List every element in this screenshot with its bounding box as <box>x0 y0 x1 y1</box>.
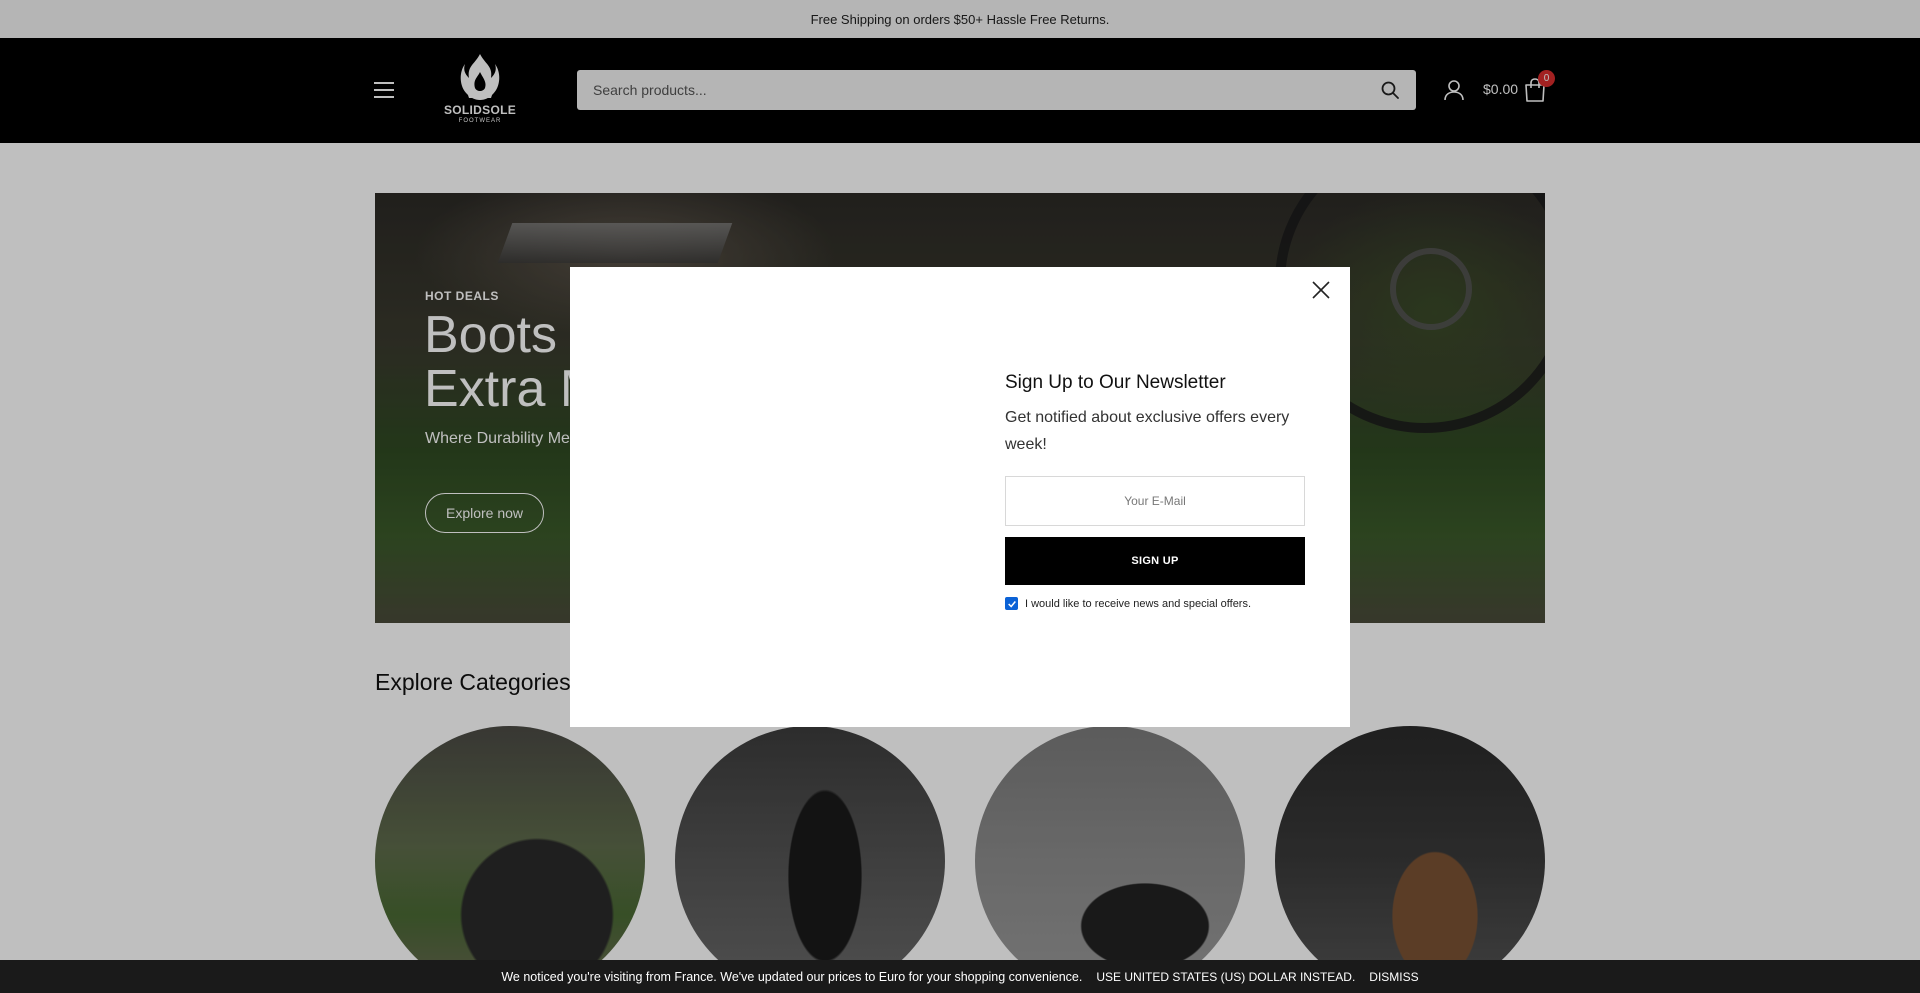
close-icon[interactable] <box>1310 279 1332 301</box>
email-field[interactable] <box>1005 476 1305 526</box>
currency-notice-bar: We noticed you're visiting from France. … <box>0 960 1920 993</box>
currency-notice-message: We noticed you're visiting from France. … <box>501 969 1083 984</box>
consent-label: I would like to receive news and special… <box>1025 597 1252 610</box>
sign-up-button[interactable]: SIGN UP <box>1005 537 1305 585</box>
newsletter-description: Get notified about exclusive offers ever… <box>1005 409 1290 453</box>
use-usd-link[interactable]: Use United States (US) dollar instead. <box>1096 970 1355 984</box>
consent-row: I would like to receive news and special… <box>1005 597 1251 610</box>
checkmark-icon <box>1007 600 1016 608</box>
newsletter-title: Sign Up to Our Newsletter <box>1005 372 1226 393</box>
consent-checkbox[interactable] <box>1005 597 1018 610</box>
newsletter-modal: Sign Up to Our Newsletter Get notified a… <box>570 267 1350 727</box>
dismiss-link[interactable]: Dismiss <box>1369 970 1418 984</box>
